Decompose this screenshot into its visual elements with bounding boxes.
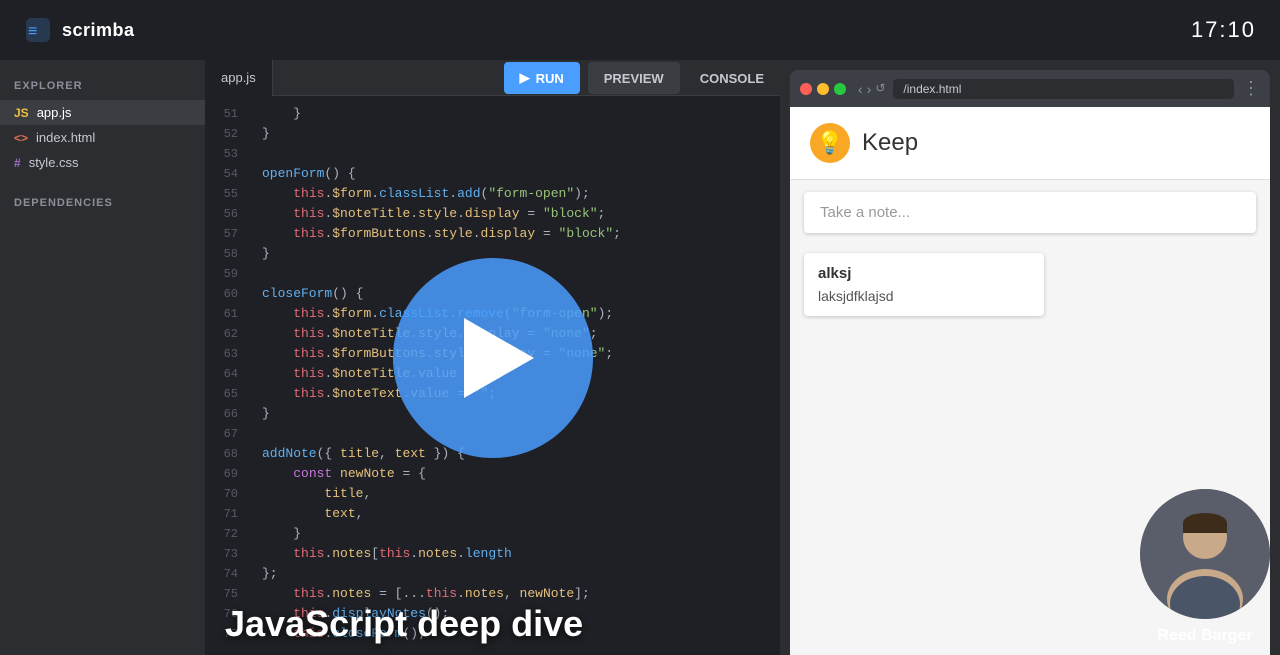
console-button[interactable]: CONSOLE — [684, 62, 780, 94]
browser-nav-buttons: ‹ › ↺ — [858, 81, 885, 97]
run-button[interactable]: ▶ RUN — [504, 62, 580, 94]
code-line: this.$form.classList.add("form-open"); — [262, 184, 768, 204]
explorer-label: EXPLORER — [0, 76, 205, 100]
play-button-overlay[interactable] — [393, 258, 593, 458]
code-line: title, — [262, 484, 768, 504]
scrimba-logo-icon: ≡ — [24, 16, 52, 44]
logo-area: ≡ scrimba — [24, 16, 135, 44]
close-dot[interactable] — [800, 83, 812, 95]
instructor-avatar-svg — [1140, 489, 1270, 619]
code-line: this.notes[this.notes.length — [262, 544, 768, 564]
dependencies-label: DEPENDENCIES — [0, 193, 205, 217]
editor-tabs: app.js ▶ RUN PREVIEW CONSOLE — [205, 60, 780, 96]
sidebar-item-indexhtml[interactable]: <> index.html — [0, 125, 205, 150]
tab-appjs[interactable]: app.js — [205, 60, 273, 96]
svg-text:≡: ≡ — [28, 23, 37, 40]
forward-button[interactable]: › — [867, 81, 872, 97]
keep-logo-text: Keep — [862, 129, 918, 157]
time-display: 17:10 — [1191, 17, 1256, 43]
instructor-name: Reed Barger — [1157, 627, 1252, 645]
main-layout: EXPLORER JS app.js <> index.html # style… — [0, 60, 1280, 655]
minimize-dot[interactable] — [817, 83, 829, 95]
sidebar-filename-indexhtml: index.html — [36, 130, 95, 145]
logo-text: scrimba — [62, 20, 135, 41]
code-line: } — [262, 124, 768, 144]
browser-more-button[interactable]: ⋮ — [1242, 78, 1260, 99]
sidebar-filename-appjs: app.js — [37, 105, 72, 120]
note-card: alksj laksjdfklajsd — [804, 253, 1044, 316]
note-title: alksj — [818, 265, 1030, 282]
keep-logo-icon: 💡 — [810, 123, 850, 163]
browser-url-bar[interactable]: /index.html — [893, 79, 1234, 99]
code-line: this.notes = [...this.notes, newNote]; — [262, 584, 768, 604]
run-preview-bar: ▶ RUN PREVIEW CONSOLE — [504, 60, 780, 96]
css-file-icon: # — [14, 156, 21, 170]
html-file-icon: <> — [14, 131, 28, 145]
code-line: } — [262, 524, 768, 544]
browser-chrome: ‹ › ↺ /index.html ⋮ — [790, 70, 1270, 107]
title-overlay: JavaScript deep dive — [225, 603, 583, 645]
code-line: const newNote = { — [262, 464, 768, 484]
sidebar-filename-stylecss: style.css — [29, 155, 79, 170]
line-numbers: 51 52 53 54 55 56 57 58 59 60 61 62 63 6… — [205, 96, 250, 655]
code-line: this.$formButtons.style.display = "block… — [262, 224, 768, 244]
sidebar: EXPLORER JS app.js <> index.html # style… — [0, 60, 205, 655]
note-text: laksjdfklajsd — [818, 288, 1030, 304]
back-button[interactable]: ‹ — [858, 81, 863, 97]
code-line: text, — [262, 504, 768, 524]
sidebar-item-appjs[interactable]: JS app.js — [0, 100, 205, 125]
notes-grid: alksj laksjdfklajsd — [790, 245, 1270, 324]
code-line — [262, 144, 768, 164]
take-note-bar[interactable]: Take a note... — [804, 192, 1256, 233]
run-play-icon: ▶ — [520, 70, 530, 86]
course-title: JavaScript deep dive — [225, 603, 583, 644]
browser-dots — [800, 83, 846, 95]
instructor-avatar — [1140, 489, 1270, 619]
play-triangle-icon — [464, 318, 534, 398]
maximize-dot[interactable] — [834, 83, 846, 95]
js-file-icon: JS — [14, 106, 29, 120]
topbar: ≡ scrimba 17:10 — [0, 0, 1280, 60]
code-line: } — [262, 104, 768, 124]
sidebar-item-stylecss[interactable]: # style.css — [0, 150, 205, 175]
editor-area: app.js ▶ RUN PREVIEW CONSOLE 51 52 53 54… — [205, 60, 780, 655]
instructor-area: Reed Barger — [1140, 489, 1270, 645]
code-line: openForm() { — [262, 164, 768, 184]
code-line: this.$noteTitle.style.display = "block"; — [262, 204, 768, 224]
preview-panel: ‹ › ↺ /index.html ⋮ 💡 Keep Take a note..… — [780, 60, 1280, 655]
keep-header: 💡 Keep — [790, 107, 1270, 180]
preview-button[interactable]: PREVIEW — [588, 62, 680, 94]
reload-button[interactable]: ↺ — [875, 81, 885, 97]
code-line: }; — [262, 564, 768, 584]
